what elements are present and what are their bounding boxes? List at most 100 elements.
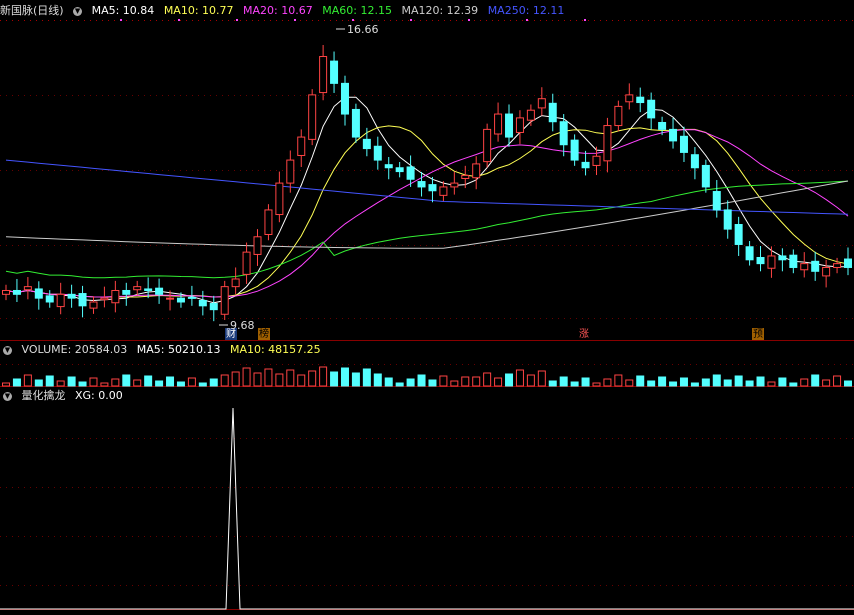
marker-dot: [120, 19, 122, 21]
volume-bar: [789, 382, 798, 387]
candle-body: [537, 98, 546, 109]
candle-body: [242, 251, 251, 275]
volume-bar: [242, 367, 251, 387]
volume-bar: [833, 375, 842, 387]
volume-bar: [712, 374, 721, 387]
volume-bar: [526, 374, 535, 387]
candle-body: [428, 184, 437, 192]
volume-bar: [373, 373, 382, 387]
candle-body: [778, 255, 787, 261]
ma60-line: [5, 180, 849, 279]
candle-body: [187, 296, 196, 299]
volume-bar: [264, 368, 273, 387]
candle-body: [45, 295, 54, 303]
marker-dot: [236, 19, 238, 21]
volume-bar: [166, 376, 175, 387]
candle-body: [264, 209, 273, 235]
candle-body: [220, 286, 229, 315]
candle-body: [756, 256, 765, 265]
marker-dot: [410, 19, 412, 21]
volume-bar: [537, 370, 546, 387]
candle-body: [734, 224, 743, 245]
candle-body: [712, 191, 721, 211]
ma20-line: [5, 129, 849, 298]
candle-body: [789, 254, 798, 268]
stock-chart[interactable]: 16.66 9.68: [0, 0, 854, 615]
candle-body: [176, 297, 185, 303]
ma120-line: [5, 180, 849, 249]
candle-body: [373, 145, 382, 161]
volume-bar: [133, 379, 142, 387]
candle-body: [351, 108, 360, 138]
candle-body: [439, 186, 448, 196]
candle-body: [592, 155, 601, 166]
candle-body: [505, 113, 514, 138]
ma10-line: [5, 125, 849, 298]
volume-bar: [384, 377, 393, 387]
volume-bar: [319, 366, 328, 387]
marker-dot: [468, 19, 470, 21]
candle-body: [384, 164, 393, 169]
candle-body: [78, 293, 87, 307]
volume-bar: [417, 374, 426, 387]
candle-body: [614, 105, 623, 127]
candle-body: [461, 174, 470, 179]
candle-body: [548, 102, 557, 123]
volume-bar: [89, 377, 98, 387]
candle-body: [133, 286, 142, 291]
volume-bar: [472, 376, 481, 387]
candle-body: [800, 263, 809, 271]
volume-bar: [176, 381, 185, 387]
candle-body: [275, 182, 284, 216]
volume-bar: [603, 378, 612, 387]
volume-bar: [330, 371, 339, 387]
candle-body: [515, 117, 524, 133]
volume-bar: [56, 380, 65, 387]
candle-body: [701, 164, 710, 188]
volume-bar: [231, 371, 240, 387]
candle-body: [2, 289, 10, 295]
candle-body: [286, 159, 295, 184]
candle-body: [253, 236, 262, 255]
volume-bar: [12, 378, 21, 387]
candle-body: [144, 288, 153, 291]
volume-bar: [570, 381, 579, 387]
volume-bar: [734, 375, 743, 387]
volume-bar: [155, 380, 164, 387]
volume-bar: [78, 381, 87, 387]
candle-body: [581, 161, 590, 169]
candle-body: [362, 138, 371, 150]
volume-bar: [778, 377, 787, 387]
candle-body: [669, 128, 678, 142]
high-price-label: 16.66: [347, 23, 379, 36]
candle-body: [198, 299, 207, 307]
volume-bar: [679, 377, 688, 387]
volume-bar: [723, 379, 732, 387]
volume-bar: [515, 369, 524, 387]
candle-body: [100, 297, 109, 301]
volume-bar: [253, 372, 262, 387]
volume-bar: [362, 368, 371, 387]
marker-dot: [178, 19, 180, 21]
volume-bar: [647, 380, 656, 387]
candle-body: [559, 121, 568, 146]
volume-bar: [822, 379, 831, 387]
candle-body: [209, 303, 218, 311]
volume-bar: [505, 373, 514, 387]
candle-body: [319, 56, 328, 94]
candle-body: [570, 139, 579, 161]
volume-bar: [701, 378, 710, 387]
candle-body: [67, 293, 76, 299]
candle-body: [690, 154, 699, 169]
candle-body: [166, 297, 175, 300]
candle-body: [231, 278, 240, 288]
volume-bar: [756, 376, 765, 387]
candle-body: [89, 301, 98, 309]
candle-body: [679, 135, 688, 153]
volume-bar: [483, 372, 492, 387]
marker-dot: [526, 19, 528, 21]
candle-body: [395, 167, 404, 173]
xg-signal-line: [0, 407, 854, 610]
volume-bar: [111, 378, 120, 387]
volume-bar: [275, 373, 284, 387]
